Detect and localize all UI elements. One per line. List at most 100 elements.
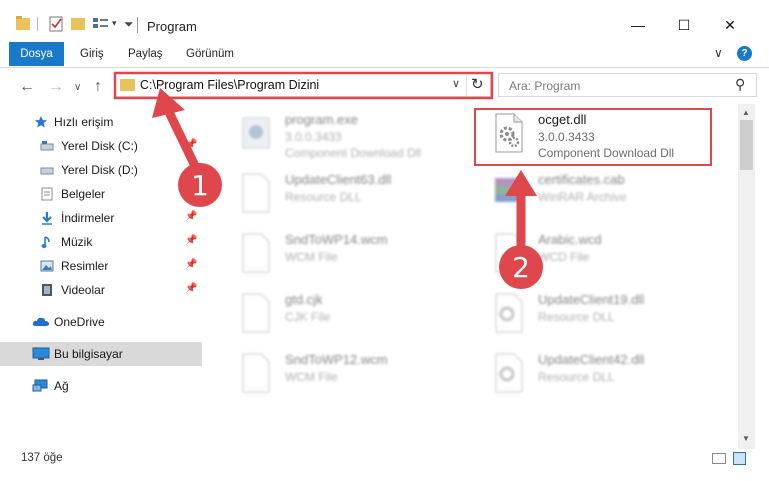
large-icons-view-icon[interactable] (733, 452, 746, 465)
file-type: WCM File (285, 370, 338, 384)
address-path[interactable]: C:\Program Files\Program Dizini (140, 78, 319, 92)
recent-locations-icon[interactable]: ∨ (74, 82, 81, 93)
step-badge-2: 2 (499, 245, 543, 289)
file-item[interactable]: certificates.cab WinRAR Archive (478, 166, 723, 222)
sidebar-item-label: Ağ (54, 379, 69, 393)
tab-file[interactable]: Dosya (9, 42, 64, 66)
qa-dropdown-icon[interactable]: ▾ (112, 18, 117, 38)
file-name: Arabic.wcd (538, 232, 602, 247)
sidebar-item-label: Resimler (61, 259, 109, 273)
file-item[interactable]: program.exe 3.0.0.3433 Component Downloa… (225, 106, 470, 162)
tab-view[interactable]: Görünüm (186, 48, 234, 60)
item-count: 137 öğe (21, 452, 63, 464)
sidebar-item-disk-d[interactable]: Yerel Disk (D:) (0, 158, 202, 182)
status-bar: 137 öğe (0, 449, 769, 469)
sidebar-item-network[interactable]: Ağ (0, 374, 202, 398)
music-icon (41, 236, 50, 248)
address-dropdown-icon[interactable]: ∨ (452, 77, 460, 90)
close-button[interactable]: ✕ (707, 10, 753, 40)
sidebar-item-quick-access[interactable]: Hızlı erişim (0, 110, 202, 134)
ribbon-expand-icon[interactable]: ∨ (714, 46, 723, 60)
file-name: UpdateClient19.dll (538, 292, 645, 307)
sidebar-item-documents[interactable]: Belgeler (0, 182, 202, 206)
file-item[interactable]: UpdateClient19.dll Resource DLL (478, 286, 723, 342)
pin-icon[interactable]: 📌 (185, 139, 197, 150)
file-item[interactable]: UpdateClient63.dll Resource DLL (225, 166, 470, 222)
file-icon (242, 173, 270, 213)
file-item[interactable]: gtd.cjk CJK File (225, 286, 470, 342)
sidebar-item-label: İndirmeler (61, 211, 115, 225)
file-item[interactable]: UpdateClient42.dll Resource DLL (478, 346, 723, 402)
exe-file-icon (242, 117, 270, 149)
file-item[interactable]: SndToWP12.wcm WCM File (225, 346, 470, 402)
documents-icon (41, 187, 53, 201)
pictures-icon (40, 260, 54, 272)
scroll-up-icon[interactable]: ▲ (742, 108, 750, 117)
qa-customize-icon[interactable]: ⏷ (124, 17, 134, 37)
tab-home[interactable]: Giriş (80, 48, 104, 60)
file-icon (242, 293, 270, 333)
file-name: UpdateClient42.dll (538, 352, 645, 367)
window-title: Program (147, 19, 197, 34)
forward-button[interactable]: → (48, 78, 64, 96)
file-name: SndToWP14.wcm (285, 232, 388, 247)
title-separator (137, 17, 138, 33)
up-button[interactable]: ↑ (94, 78, 102, 96)
sidebar-item-label: Bu bilgisayar (54, 347, 123, 361)
file-version: 3.0.0.3433 (285, 130, 342, 144)
view-options-icon[interactable] (92, 14, 114, 34)
address-bar[interactable]: C:\Program Files\Program Dizini ∨ ↻ (115, 73, 491, 97)
drive-icon (40, 167, 54, 175)
file-item[interactable]: SndToWP14.wcm WCM File (225, 226, 470, 282)
details-view-icon[interactable] (712, 453, 726, 464)
sidebar-item-onedrive[interactable]: OneDrive (0, 310, 202, 334)
file-name: gtd.cjk (285, 292, 323, 307)
sidebar-item-label: Videolar (61, 283, 105, 297)
help-icon[interactable]: ? (737, 46, 752, 61)
sidebar-item-videos[interactable]: Videolar 📌 (0, 278, 202, 302)
sidebar-item-pictures[interactable]: Resimler 📌 (0, 254, 202, 278)
scroll-down-icon[interactable]: ▼ (742, 434, 750, 443)
sidebar-item-downloads[interactable]: İndirmeler 📌 (0, 206, 202, 230)
tab-share[interactable]: Paylaş (128, 48, 163, 60)
folder-icon (120, 79, 135, 91)
pin-icon[interactable]: 📌 (185, 211, 197, 222)
search-input[interactable]: Ara: Program (509, 79, 580, 93)
pin-icon[interactable]: 📌 (185, 283, 197, 294)
properties-icon[interactable] (48, 14, 64, 34)
refresh-icon[interactable]: ↻ (471, 75, 484, 93)
file-type: Resource DLL (538, 370, 615, 384)
sidebar-item-label: Yerel Disk (D:) (61, 163, 138, 177)
download-icon (42, 212, 52, 225)
sidebar-item-music[interactable]: Müzik 📌 (0, 230, 202, 254)
file-type: Resource DLL (538, 310, 615, 324)
minimize-button[interactable]: — (615, 10, 661, 40)
pin-icon[interactable]: 📌 (185, 235, 197, 246)
sidebar-item-this-pc[interactable]: Bu bilgisayar (0, 342, 202, 366)
file-type: WCD File (538, 250, 590, 264)
file-icon (242, 353, 270, 393)
sidebar-item-disk-c[interactable]: Yerel Disk (C:) 📌 (0, 134, 202, 158)
file-type: Resource DLL (285, 190, 362, 204)
file-icon (242, 233, 270, 273)
dll-file-icon (495, 353, 523, 393)
scrollbar-thumb[interactable] (740, 120, 753, 170)
folder-icon[interactable] (15, 14, 31, 34)
search-icon[interactable]: ⚲ (735, 76, 745, 93)
search-box[interactable]: Ara: Program ⚲ (498, 73, 757, 97)
pin-icon[interactable]: 📌 (185, 259, 197, 270)
address-separator (466, 74, 467, 96)
file-type: WCM File (285, 250, 338, 264)
computer-icon (32, 347, 50, 360)
file-name: SndToWP12.wcm (285, 352, 388, 367)
file-name: certificates.cab (538, 172, 625, 187)
sidebar-item-label: Belgeler (61, 187, 106, 201)
maximize-button[interactable]: ☐ (661, 10, 707, 40)
new-folder-icon[interactable] (70, 14, 86, 34)
drive-icon (40, 141, 54, 151)
file-description: Component Download Dll (285, 146, 422, 160)
back-button[interactable]: ← (19, 78, 35, 96)
navigation-pane: Hızlı erişim Yerel Disk (C:) 📌 Yerel Dis… (0, 104, 210, 444)
ribbon-tabs: Dosya Giriş Paylaş Görünüm ∨ ? (0, 42, 769, 68)
file-type: CJK File (285, 310, 331, 324)
